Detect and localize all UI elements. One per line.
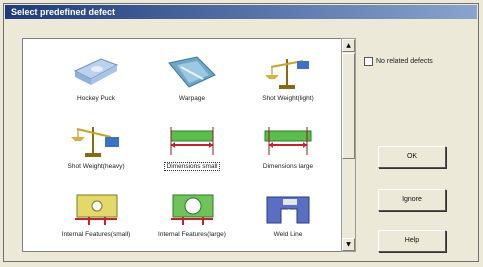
defect-item-internal-features-small[interactable]: Internal Features(small) [47, 187, 145, 245]
defect-label: Dimensions small [163, 162, 221, 171]
defect-item-hockey-puck[interactable]: Hockey Puck [47, 51, 145, 109]
defect-label: Dimensions large [262, 163, 314, 170]
scale-light-icon [265, 59, 309, 89]
dimension-large-icon [264, 127, 312, 155]
defect-label: Shot Weight(heavy) [67, 163, 125, 170]
warpage-icon [168, 56, 216, 88]
defect-label: Warpage [178, 95, 206, 102]
scroll-thumb[interactable] [342, 53, 355, 159]
scroll-up-arrow-icon[interactable]: ▲ [342, 39, 355, 52]
defect-list[interactable]: Hockey Puck Warpage Shot Weight(light) S… [22, 38, 344, 252]
select-defect-dialog: Select predefined defect Hockey Puck War… [3, 3, 479, 262]
defect-label: Hockey Puck [77, 95, 115, 102]
internal-large-icon [171, 194, 214, 225]
defect-item-dimensions-large[interactable]: Dimensions large [239, 119, 337, 177]
weld-line-icon [266, 196, 310, 224]
defect-item-shot-weight-heavy[interactable]: Shot Weight(heavy) [47, 119, 145, 177]
defect-label: Shot Weight(light) [262, 95, 314, 102]
checkbox-box[interactable] [364, 57, 373, 66]
ignore-button[interactable]: Ignore [378, 189, 446, 211]
checkbox-label: No related defects [376, 58, 433, 65]
help-button[interactable]: Help [378, 230, 446, 252]
defect-item-weld-line[interactable]: Weld Line [239, 187, 337, 245]
internal-small-icon [75, 194, 118, 225]
list-scrollbar[interactable]: ▲ ▼ [341, 38, 356, 252]
title-bar: Select predefined defect [5, 5, 477, 19]
dimension-small-icon [170, 127, 214, 155]
defect-item-dimensions-small[interactable]: Dimensions small [143, 119, 241, 177]
defect-label: Weld Line [273, 231, 303, 238]
hockey-puck-icon [73, 58, 119, 85]
scroll-down-arrow-icon[interactable]: ▼ [342, 238, 355, 251]
scale-heavy-icon [71, 127, 119, 157]
defect-label: Internal Features(small) [61, 231, 131, 238]
ok-button[interactable]: OK [378, 146, 446, 168]
defect-label: Internal Features(large) [158, 231, 226, 238]
no-related-defects-checkbox[interactable]: No related defects [364, 56, 482, 70]
defect-item-warpage[interactable]: Warpage [143, 51, 241, 109]
defect-item-internal-features-large[interactable]: Internal Features(large) [143, 187, 241, 245]
defect-item-shot-weight-light[interactable]: Shot Weight(light) [239, 51, 337, 109]
